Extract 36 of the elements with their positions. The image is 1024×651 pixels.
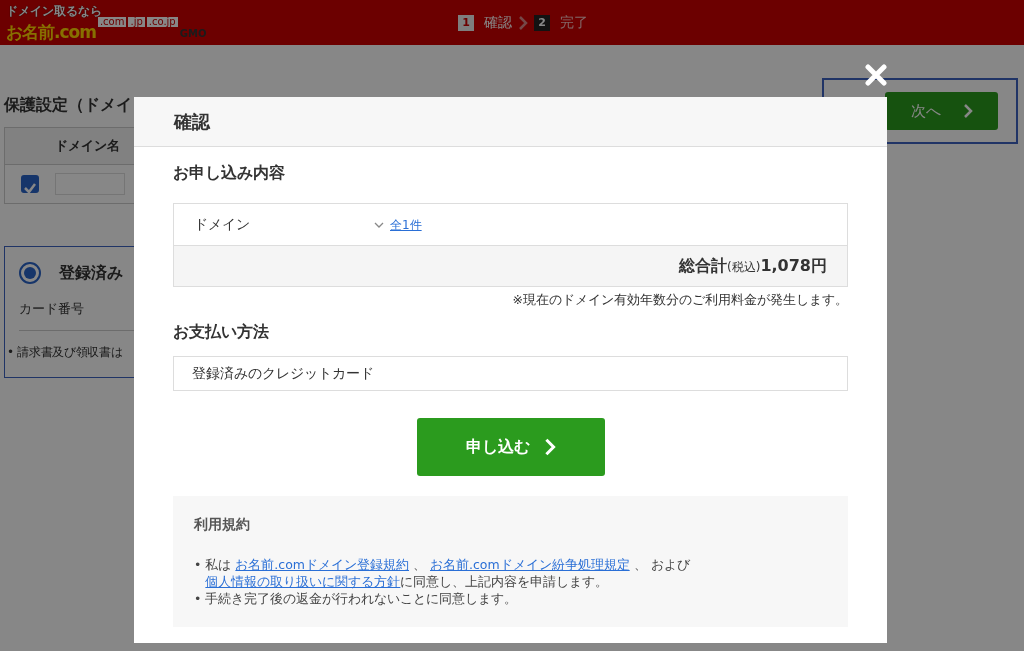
submit-button[interactable]: 申し込む [416, 417, 605, 476]
tld-label: .com [97, 16, 127, 27]
vendor-label: GMO [179, 28, 207, 39]
terms-link[interactable]: お名前.comドメイン紛争処理規定 [430, 556, 630, 572]
step-label: 確認 [484, 13, 512, 32]
total-amount: 総合計(税込)1,078円 [679, 255, 827, 277]
section-heading: お申し込み内容 [173, 162, 286, 184]
next-button[interactable]: 次へ [885, 92, 998, 130]
terms-link[interactable]: 個人情報の取り扱いに関する方針 [205, 573, 401, 589]
step-number: 1 [458, 14, 474, 31]
terms-item: 手続き完了後の返金が行われないことに同意します。 [205, 590, 518, 608]
logo-tagline: ドメイン取るなら [6, 4, 103, 17]
order-item-label: ドメイン [194, 215, 251, 234]
terms-heading: 利用規約 [194, 514, 251, 534]
chevron-icon [962, 103, 973, 119]
payment-option-label: 登録済み [59, 261, 123, 284]
step-label: 完了 [560, 13, 588, 32]
count-link[interactable]: 全1件 [390, 215, 422, 234]
bullet-mark: • [194, 590, 202, 608]
logo-text[interactable]: お名前.com [6, 23, 96, 41]
payment-method-field: 登録済みのクレジットカード [173, 355, 848, 391]
fee-note: ※現在のドメイン有効年数分のご利用料金が発生します。 [511, 291, 848, 309]
caret-icon[interactable] [374, 221, 384, 228]
tld-label: .co.jp [146, 16, 178, 27]
bullet-mark: • [194, 556, 202, 574]
page-heading: 保護設定（ドメイ [4, 94, 133, 116]
terms-link[interactable]: お名前.comドメイン登録規約 [235, 556, 410, 572]
step-number: 2 [534, 14, 550, 31]
invoice-note: • 請求書及び領収書は [7, 344, 124, 361]
chevron-icon [518, 14, 528, 31]
close-icon[interactable] [865, 64, 887, 86]
radio-button[interactable] [19, 261, 41, 284]
chevron-icon [543, 436, 556, 457]
terms-item: 私は お名前.comドメイン登録規約 、 お名前.comドメイン紛争処理規定 、 および 個人情報の取り扱いに関する方針に同意し、上記内容を申請します。 [205, 556, 691, 591]
tld-label: .jp [128, 16, 145, 27]
checkbox[interactable] [21, 174, 39, 193]
